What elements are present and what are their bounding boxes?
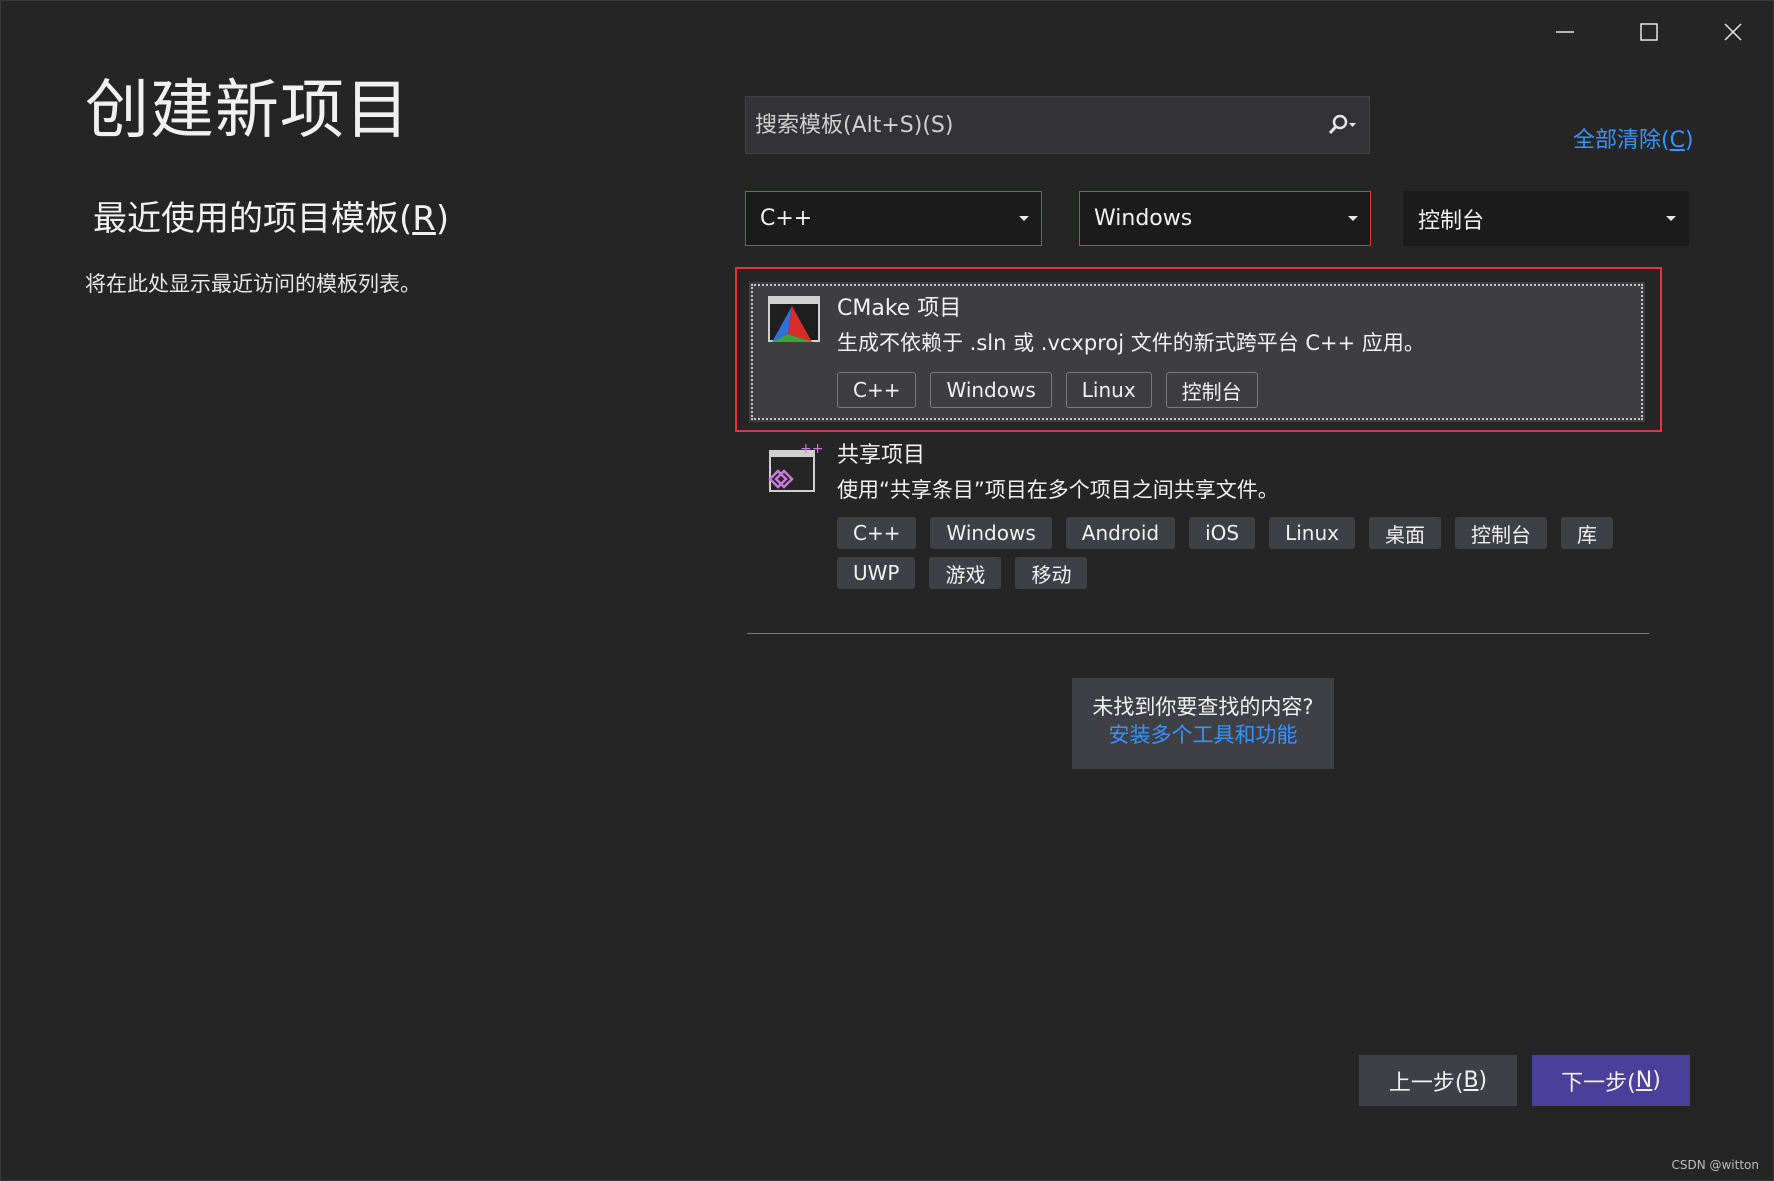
tag-android: Android xyxy=(1065,517,1176,549)
tag-games: 游戏 xyxy=(929,557,1002,589)
template-item-shared-project[interactable]: ++ 共享项目 使用“共享条目”项目在多个项目之间共享文件。 C++ Windo… xyxy=(749,429,1645,597)
tag-linux: Linux xyxy=(1065,372,1152,408)
tag-console: 控制台 xyxy=(1165,372,1258,408)
chevron-down-icon xyxy=(1654,215,1688,223)
page-title: 创建新项目 xyxy=(85,74,410,148)
clear-all-link[interactable]: 全部清除(C) xyxy=(1573,125,1694,157)
search-icon xyxy=(1328,114,1356,135)
list-divider xyxy=(747,633,1649,634)
search-options-button[interactable] xyxy=(1315,97,1369,153)
close-button[interactable] xyxy=(1701,9,1765,55)
chevron-down-icon xyxy=(1007,215,1041,223)
next-label-suffix: ) xyxy=(1652,1068,1661,1093)
cmake-icon xyxy=(766,294,822,350)
clear-all-accel: C xyxy=(1669,128,1685,153)
tag-windows: Windows xyxy=(930,517,1052,549)
template-name: 共享项目 xyxy=(837,443,926,468)
next-label-prefix: 下一步( xyxy=(1561,1070,1636,1096)
project-type-filter-value: 控制台 xyxy=(1418,208,1485,234)
back-button[interactable]: 上一步(B) xyxy=(1359,1055,1517,1106)
template-tags-row-2: UWP 游戏 移动 xyxy=(837,557,1088,589)
not-found-text: 未找到你要查找的内容? xyxy=(1092,695,1314,719)
back-label-accel: B xyxy=(1463,1068,1479,1093)
tag-ios: iOS xyxy=(1189,517,1256,549)
tag-cpp: C++ xyxy=(837,517,917,549)
recent-heading-suffix: ) xyxy=(435,199,450,239)
template-description: 使用“共享条目”项目在多个项目之间共享文件。 xyxy=(837,478,1279,502)
project-type-filter-dropdown[interactable]: 控制台 xyxy=(1403,191,1689,246)
recent-templates-empty-text: 将在此处显示最近访问的模板列表。 xyxy=(85,272,421,296)
chevron-down-icon xyxy=(1336,215,1370,223)
back-label-prefix: 上一步( xyxy=(1388,1070,1464,1096)
install-tools-link[interactable]: 安装多个工具和功能 xyxy=(1072,721,1334,749)
clear-all-suffix: ) xyxy=(1684,128,1694,153)
template-name: CMake 项目 xyxy=(837,296,962,321)
tag-mobile: 移动 xyxy=(1015,557,1088,589)
platform-filter-value: Windows xyxy=(1094,206,1193,231)
tag-desktop: 桌面 xyxy=(1368,517,1441,549)
recent-heading-prefix: 最近使用的项目模板( xyxy=(93,199,413,239)
tag-library: 库 xyxy=(1560,517,1613,549)
watermark: CSDN @witton xyxy=(1671,1158,1759,1172)
tag-uwp: UWP xyxy=(837,557,916,589)
language-filter-dropdown[interactable]: C++ xyxy=(745,191,1042,246)
template-tags-row-1: C++ Windows Android iOS Linux 桌面 控制台 库 xyxy=(837,517,1613,549)
next-button[interactable]: 下一步(N) xyxy=(1532,1055,1690,1106)
svg-text:++: ++ xyxy=(800,441,822,457)
maximize-button[interactable] xyxy=(1617,9,1681,55)
minimize-icon xyxy=(1556,31,1574,33)
not-found-panel: 未找到你要查找的内容? 安装多个工具和功能 xyxy=(1072,678,1334,769)
minimize-button[interactable] xyxy=(1533,9,1597,55)
platform-filter-dropdown[interactable]: Windows xyxy=(1079,191,1371,246)
tag-cpp: C++ xyxy=(837,372,917,408)
tag-windows: Windows xyxy=(930,372,1052,408)
search-box xyxy=(745,96,1370,154)
tag-console: 控制台 xyxy=(1454,517,1547,549)
search-input[interactable] xyxy=(746,96,1315,154)
template-tags: C++ Windows Linux 控制台 xyxy=(837,372,1258,408)
next-label-accel: N xyxy=(1635,1068,1653,1093)
clear-all-prefix: 全部清除( xyxy=(1573,128,1670,153)
new-project-dialog: 创建新项目 最近使用的项目模板(R) 将在此处显示最近访问的模板列表。 全部清除… xyxy=(0,0,1774,1181)
shared-project-icon: ++ xyxy=(766,441,823,497)
language-filter-value: C++ xyxy=(760,206,813,231)
recent-heading-accel: R xyxy=(412,199,436,239)
back-label-suffix: ) xyxy=(1478,1068,1488,1093)
template-item-cmake[interactable]: CMake 项目 生成不依赖于 .sln 或 .vcxproj 文件的新式跨平台… xyxy=(749,282,1645,422)
template-description: 生成不依赖于 .sln 或 .vcxproj 文件的新式跨平台 C++ 应用。 xyxy=(837,331,1425,355)
maximize-icon xyxy=(1640,23,1658,41)
close-icon xyxy=(1724,23,1742,41)
recent-templates-heading: 最近使用的项目模板(R) xyxy=(93,197,449,241)
tag-linux: Linux xyxy=(1269,517,1355,549)
